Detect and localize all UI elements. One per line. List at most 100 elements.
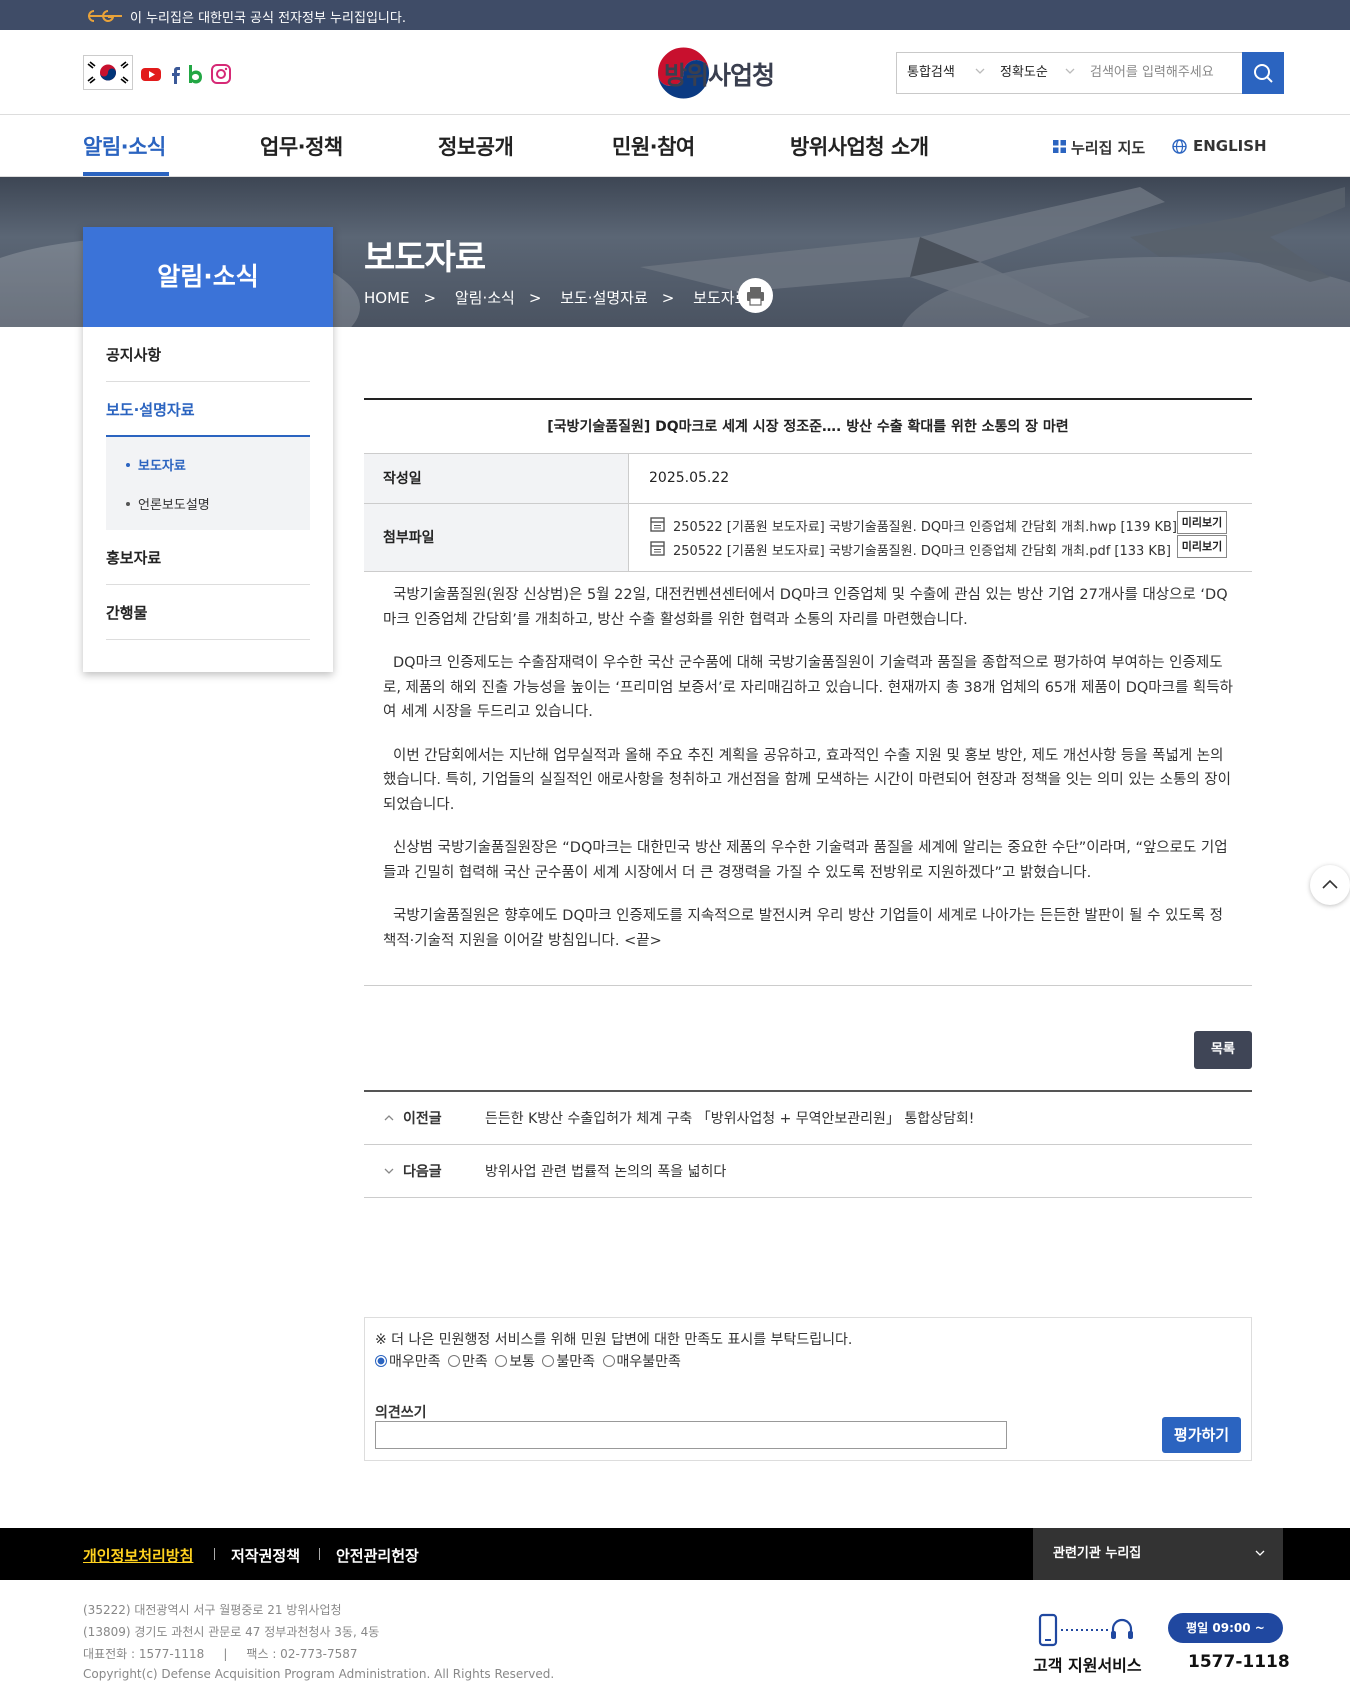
survey-question: ※ 더 나은 민원행정 서비스를 위해 민원 답변에 대한 만족도 표시를 부탁…	[375, 1332, 853, 1348]
lnb-sub-press-explain[interactable]: 언론보도설명	[138, 494, 210, 513]
option-label: 보통	[509, 1354, 535, 1370]
facebook-icon[interactable]	[164, 63, 186, 85]
article-title: [국방기술품질원] DQ마크로 세계 시장 정조준…. 방산 수출 확대를 위한…	[364, 400, 1252, 454]
option-label: 매우만족	[389, 1354, 441, 1370]
list-button[interactable]: 목록	[1194, 1031, 1252, 1069]
gnb-active-indicator	[83, 172, 169, 176]
sitemap-link[interactable]: 누리집 지도	[1071, 137, 1145, 158]
footer-copyright-link[interactable]: 저작권정책	[231, 1545, 300, 1566]
gnb-item-disclosure[interactable]: 정보공개	[438, 131, 514, 161]
logo-text[interactable]: 방위사업청	[664, 56, 775, 92]
customer-service-hours: 평일 09:00 ~ 18:00	[1168, 1613, 1283, 1665]
preview-button[interactable]: 미리보기	[1177, 511, 1227, 534]
footer-safety-link[interactable]: 안전관리헌장	[336, 1545, 419, 1566]
customer-service-icon	[1038, 1613, 1133, 1647]
radio-very-satisfied[interactable]	[375, 1355, 387, 1367]
radio-satisfied[interactable]	[447, 1355, 460, 1367]
article-paragraph: 국방기술품질원(원장 신상범)은 5월 22일, 대전컨벤션센터에서 DQ마크 …	[383, 587, 1228, 628]
lnb-item-promo[interactable]: 홍보자료	[106, 547, 161, 568]
attachment-label: 첨부파일	[364, 504, 629, 571]
file-icon	[650, 517, 665, 532]
footer-privacy-link[interactable]: 개인정보처리방침	[83, 1545, 193, 1566]
radio-neutral[interactable]	[495, 1355, 508, 1367]
search-sort-select[interactable]: 정확도순	[1000, 53, 1048, 93]
footer-address-2: (13809) 경기도 과천시 관문로 47 정부과천청사 3동, 4동	[83, 1625, 380, 1639]
gnb-item-about[interactable]: 방위사업청 소개	[790, 131, 929, 161]
breadcrumb-home[interactable]: HOME	[364, 289, 410, 307]
egov-mark-icon	[88, 10, 122, 22]
gov-banner: 이 누리집은 대한민국 공식 전자정부 누리집입니다.	[0, 0, 1350, 30]
attachment-hwp-link[interactable]: 250522 [기품원 보도자료] 국방기술품질원. DQ마크 인증업체 간담회…	[673, 516, 1203, 535]
print-icon	[747, 287, 764, 306]
lnb-divider	[106, 381, 310, 382]
lnb-divider	[106, 639, 310, 640]
lnb-sub-press-release[interactable]: 보도자료	[138, 455, 186, 474]
article-paragraph: DQ마크 인증제도는 수출잠재력이 우수한 국산 군수품에 대해 국방기술품질원…	[383, 655, 1233, 720]
sitemap-icon	[1053, 140, 1066, 153]
article-paragraph: 신상범 국방기술품질원장은 “DQ마크는 대한민국 방산 제품의 우수한 기술력…	[383, 840, 1228, 881]
page-title: 보도자료	[364, 238, 486, 278]
attachment-row: 첨부파일 250522 [기품원 보도자료] 국방기술품질원. DQ마크 인증업…	[364, 504, 1252, 572]
blog-icon[interactable]	[185, 63, 207, 85]
instagram-icon[interactable]	[210, 63, 232, 85]
related-sites-label: 관련기관 누리집	[1053, 1546, 1142, 1561]
lnb-title: 알림·소식	[83, 227, 333, 327]
customer-service-label: 고객 지원서비스	[1033, 1656, 1142, 1675]
chevron-up-icon	[1322, 879, 1338, 889]
customer-service-phone[interactable]: 1577-1118	[1188, 1652, 1290, 1672]
breadcrumb-press[interactable]: 보도·설명자료	[560, 289, 648, 307]
survey-options: 매우만족 만족 보통 불만족 매우불만족	[375, 1351, 684, 1371]
lnb-item-publication[interactable]: 간행물	[106, 602, 147, 623]
scroll-top-button[interactable]	[1310, 865, 1350, 905]
footer-bar: 개인정보처리방침 저작권정책 안전관리헌장 관련기관 누리집	[0, 1528, 1350, 1580]
radio-very-dissatisfied[interactable]	[602, 1355, 615, 1367]
lnb-divider	[106, 584, 310, 585]
gnb-item-news[interactable]: 알림·소식	[83, 131, 166, 161]
print-button[interactable]	[738, 278, 773, 313]
youtube-icon[interactable]	[140, 63, 162, 85]
date-row: 작성일 2025.05.22	[364, 454, 1252, 504]
footer-divider	[214, 1548, 215, 1560]
footer-address-1: (35222) 대전광역시 서구 월평중로 21 방위사업청	[83, 1603, 342, 1617]
radio-dissatisfied[interactable]	[542, 1355, 555, 1367]
file-icon	[650, 541, 665, 556]
attachment-pdf-link[interactable]: 250522 [기품원 보도자료] 국방기술품질원. DQ마크 인증업체 간담회…	[673, 540, 1203, 559]
article-paragraph: 이번 간담회에서는 지난해 업무실적과 올해 주요 추진 계획을 공유하고, 효…	[383, 747, 1231, 813]
korea-flag-icon[interactable]	[83, 55, 133, 90]
submit-rating-button[interactable]: 평가하기	[1162, 1417, 1241, 1453]
footer-divider	[319, 1548, 320, 1560]
next-post-link[interactable]: 방위사업 관련 법률적 논의의 폭을 넓히다	[485, 1161, 726, 1181]
breadcrumb: HOME > 알림·소식 > 보도·설명자료 > 보도자료	[364, 289, 749, 307]
prev-post-row[interactable]: 이전글 든든한 K방산 수출입허가 체계 구축 「방위사업청 + 무역안보관리원…	[364, 1092, 1252, 1145]
gnb-item-policy[interactable]: 업무·정책	[260, 131, 343, 161]
bullet	[126, 463, 130, 467]
globe-icon	[1172, 139, 1187, 154]
article-bottom-border	[364, 985, 1252, 986]
next-post-row[interactable]: 다음글 방위사업 관련 법률적 논의의 폭을 넓히다	[364, 1145, 1252, 1198]
option-label: 매우불만족	[616, 1354, 681, 1370]
english-link[interactable]: ENGLISH	[1193, 137, 1267, 155]
chevron-down-icon	[975, 68, 985, 74]
gnb-item-civil[interactable]: 민원·참여	[612, 131, 695, 161]
lnb-item-press[interactable]: 보도·설명자료	[106, 399, 195, 420]
date-value: 2025.05.22	[649, 470, 730, 486]
preview-button[interactable]: 미리보기	[1177, 535, 1227, 558]
search-button[interactable]	[1242, 52, 1284, 94]
search-input[interactable]: 검색어를 입력해주세요	[1090, 53, 1214, 93]
site-header: 방위사업청 통합검색 정확도순 검색어를 입력해주세요	[0, 30, 1350, 115]
breadcrumb-news[interactable]: 알림·소식	[455, 289, 515, 307]
date-label: 작성일	[364, 454, 629, 503]
satisfaction-survey: ※ 더 나은 민원행정 서비스를 위해 민원 답변에 대한 만족도 표시를 부탁…	[364, 1317, 1252, 1461]
lnb-item-notice[interactable]: 공지사항	[106, 344, 161, 365]
opinion-input[interactable]	[375, 1421, 1007, 1449]
fighter-jet-icon	[1130, 187, 1345, 282]
bullet	[126, 502, 130, 506]
search-scope-select[interactable]: 통합검색	[907, 53, 955, 93]
search-icon	[1254, 64, 1273, 83]
search-bar: 통합검색 정확도순 검색어를 입력해주세요	[896, 52, 1284, 94]
option-label: 만족	[461, 1354, 488, 1370]
related-sites-select[interactable]: 관련기관 누리집	[1033, 1528, 1283, 1580]
prev-post-link[interactable]: 든든한 K방산 수출입허가 체계 구축 「방위사업청 + 무역안보관리원」 통합…	[485, 1108, 974, 1128]
main-navigation: 알림·소식 업무·정책 정보공개 민원·참여 방위사업청 소개 누리집 지도 E…	[0, 115, 1350, 177]
footer-phone: 대표전화 : 1577-1118 | 팩스 : 02-773-7587	[83, 1647, 358, 1661]
